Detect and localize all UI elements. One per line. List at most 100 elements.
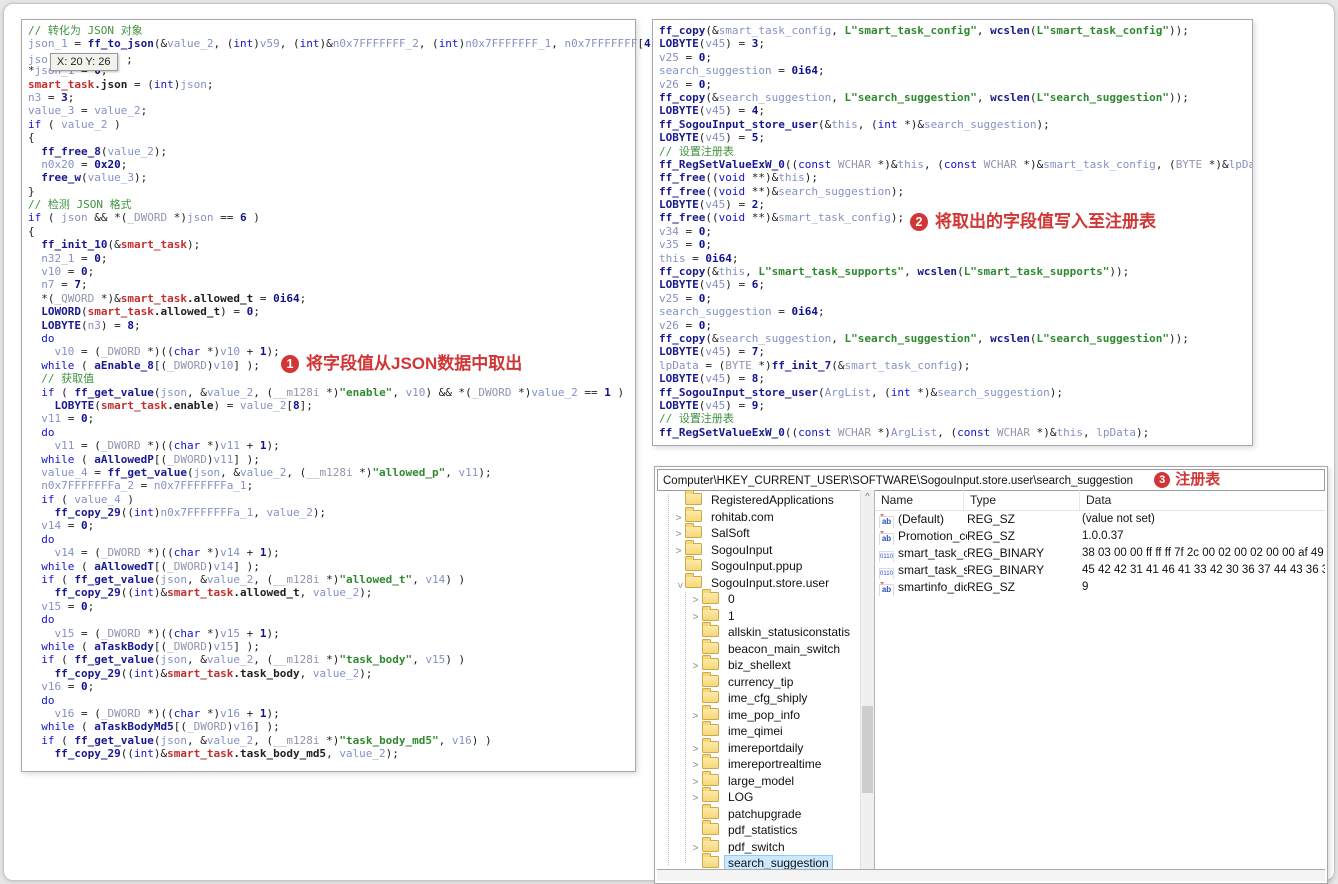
tree-item-label[interactable]: biz_shellext (724, 657, 795, 673)
tree-item-label[interactable]: SogouInput.ppup (707, 558, 806, 574)
folder-icon (702, 853, 719, 868)
registry-address[interactable]: Computer\HKEY_CURRENT_USER\SOFTWARE\Sogo… (663, 475, 1133, 487)
scrollbar-thumb[interactable] (862, 706, 873, 794)
tree-item-currency_tip[interactable]: currency_tip (657, 671, 860, 691)
value-name[interactable]: Promotion_conf... (898, 529, 967, 543)
tree-item-label[interactable]: rohitab.com (707, 509, 778, 525)
tree-item-ime_qimei[interactable]: ime_qimei (657, 721, 860, 740)
tree-item-label[interactable]: large_model (724, 773, 798, 789)
tree-item-ime_pop_info[interactable]: > ime_pop_info (657, 704, 860, 724)
column-header-type[interactable]: Type (964, 490, 1080, 510)
code-token: ff_RegSetValueExW_0 (659, 157, 785, 171)
tree-item-label[interactable]: pdf_statistics (724, 822, 801, 838)
code-token: *) (319, 733, 340, 747)
code-line: json_1 = ff_to_json(&value_2, (int)v59, … (28, 37, 671, 51)
scroll-up-icon[interactable]: ^ (861, 490, 874, 503)
tree-item-pdf_statistics[interactable]: pdf_statistics (657, 820, 860, 839)
code-token: *)(( (140, 439, 174, 453)
tree-item-label[interactable]: imereportrealtime (724, 756, 825, 772)
tree-item-biz_shellext[interactable]: > biz_shellext (657, 655, 860, 674)
tree-item-label[interactable]: SalSoft (707, 525, 754, 541)
column-header-name[interactable]: Name (875, 490, 964, 510)
code-line: do (28, 613, 635, 626)
registry-value-row[interactable]: ab (Default) REG_SZ (value not set) (875, 511, 1325, 528)
tree-item-label[interactable]: 1 (724, 608, 739, 624)
tree-item-search_suggestion[interactable]: search_suggestion (657, 853, 860, 869)
code-token: ff_copy (659, 24, 706, 37)
code-token: value_2 (266, 506, 313, 520)
registry-address-bar[interactable]: Computer\HKEY_CURRENT_USER\SOFTWARE\Sogo… (657, 469, 1325, 491)
code-token: ; (705, 238, 712, 252)
tree-item-SogouInput.store.user[interactable]: > SogouInput.store.user (657, 572, 860, 592)
tree-item-pdf_switch[interactable]: > pdf_switch (657, 836, 860, 856)
code-token: + (240, 626, 260, 640)
tree-item-label[interactable]: allskin_statusiconstatis (724, 624, 854, 640)
code-token: search_suggestion (659, 64, 772, 78)
tree-item-label[interactable]: SogouInput (707, 542, 776, 558)
registry-value-row[interactable]: ab smartinfo_dic_v...REG_SZ 9 (875, 579, 1325, 596)
value-type: REG_BINARY (967, 563, 1045, 577)
code-token: = ( (127, 77, 154, 91)
code-token: json (160, 653, 187, 667)
tree-item-beacon_main_switch[interactable]: beacon_main_switch (657, 638, 860, 658)
code-token: ; (758, 278, 765, 292)
value-name[interactable]: smartinfo_dic_v... (898, 580, 967, 594)
tree-item-patchupgrade[interactable]: patchupgrade (657, 803, 860, 823)
code-line: v26 = 0; (659, 319, 1252, 332)
tree-item-label[interactable]: RegisteredApplications (707, 492, 838, 508)
code-token: value_3 (28, 104, 75, 118)
code-line: ff_RegSetValueExW_0((const WCHAR *)ArgLi… (659, 426, 1252, 439)
tree-item-label[interactable]: currency_tip (724, 674, 797, 690)
code-token: ff_copy_29 (54, 506, 121, 520)
code-token: )); (1109, 265, 1130, 279)
tree-item-label[interactable]: ime_qimei (724, 723, 787, 739)
tree-item-label[interactable]: SogouInput.store.user (707, 575, 833, 591)
tree-item-1[interactable]: >1 (657, 605, 860, 625)
tree-item-LOG[interactable]: > LOG (657, 787, 860, 806)
registry-value-row[interactable]: 0110 smart_task_supp...REG_BINARY 45 42 42… (875, 562, 1325, 579)
tree-item-large_model[interactable]: > large_model (657, 770, 860, 790)
tree-item-0[interactable]: >0 (657, 589, 860, 608)
value-name[interactable]: smart_task_supp... (898, 563, 967, 577)
tree-item-label[interactable]: pdf_switch (724, 839, 789, 855)
code-token: int (438, 37, 459, 51)
code-line: LOBYTE(v45) = 4; (659, 104, 1252, 117)
code-token: = (253, 291, 274, 305)
registry-value-row[interactable]: 0110 smart_task_configREG_BINARY 38 03 00 … (875, 545, 1325, 562)
code-token: ); (266, 706, 280, 720)
code-token: = (678, 291, 699, 305)
code-token: ); (186, 238, 201, 252)
tree-item-label[interactable]: ime_cfg_shiply (724, 690, 811, 706)
code-token: while (41, 452, 75, 466)
value-name[interactable]: (Default) (898, 512, 944, 526)
registry-value-row[interactable]: ab Promotion_conf...REG_SZ 1.0.0.37 (875, 528, 1325, 545)
tree-item-label[interactable]: beacon_main_switch (724, 641, 844, 657)
column-header-data[interactable]: Data (1080, 490, 1325, 510)
code-token: (( (120, 747, 134, 761)
tree-item-label[interactable]: search_suggestion (724, 855, 833, 869)
code-token: *)& (1016, 157, 1044, 171)
tree-item-label[interactable]: 0 (724, 591, 739, 607)
tree-item-ime_cfg_shiply[interactable]: ime_cfg_shiply (657, 688, 860, 707)
code-token: ); (359, 666, 373, 680)
code-token: n3 (28, 90, 42, 104)
code-token: ff_get_value (74, 385, 154, 399)
tree-item-label[interactable]: imereportdaily (724, 740, 807, 756)
code-token: , (299, 586, 313, 600)
code-line: if ( ff_get_value(json, &value_2, (__m12… (28, 386, 635, 399)
tree-item-label[interactable]: LOG (724, 789, 757, 805)
folder-icon (702, 787, 719, 802)
tree-item-allskin_statusiconstatis[interactable]: allskin_statusiconstatis (657, 622, 860, 641)
tree-scrollbar[interactable]: ^ (860, 490, 874, 869)
tree-item-label[interactable]: ime_pop_info (724, 707, 804, 723)
tree-item-label[interactable]: patchupgrade (724, 806, 805, 822)
value-name[interactable]: smart_task_config (898, 546, 967, 560)
tree-item-imereportdaily[interactable]: > imereportdaily (657, 737, 860, 757)
tree-item-imereportrealtime[interactable]: > imereportrealtime (657, 754, 860, 773)
code-token: *)& (910, 385, 938, 399)
code-token: smart_task (167, 666, 234, 680)
code-token: v16 (41, 680, 62, 694)
